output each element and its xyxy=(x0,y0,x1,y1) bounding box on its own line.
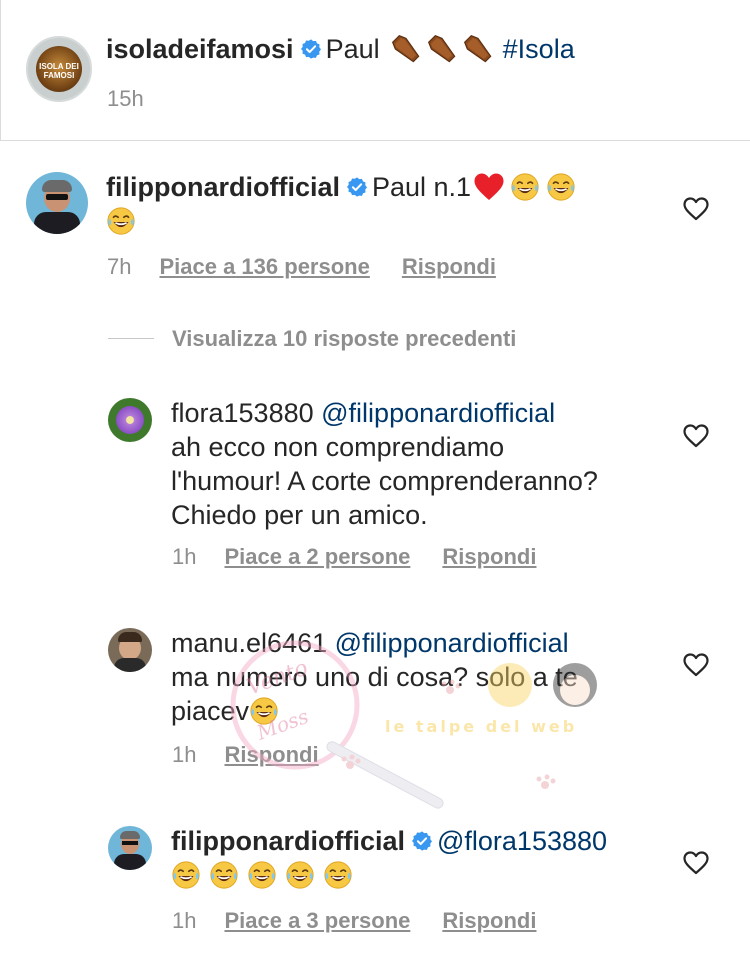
reply-text-line: ma numero uno di cosa? solo a te xyxy=(171,662,578,692)
post-divider xyxy=(0,140,750,141)
mention-link[interactable]: @filipponardiofficial xyxy=(335,628,569,658)
reply-text-line: ah ecco non comprendiamo xyxy=(171,432,505,462)
comment-time: 7h xyxy=(107,254,132,279)
post-author-username[interactable]: isoladeifamosi xyxy=(106,34,294,64)
comment-body: filipponardiofficial Paul n.1 xyxy=(106,170,626,238)
replies-line xyxy=(108,338,154,339)
reply-avatar[interactable] xyxy=(108,398,152,442)
reply-button[interactable]: Rispondi xyxy=(224,742,318,767)
comment-avatar[interactable] xyxy=(26,172,88,234)
reply-username[interactable]: manu.el6461 xyxy=(171,628,327,658)
reply-text-line: l'humour! A corte comprenderanno? xyxy=(171,466,598,496)
mention-link[interactable]: @flora153880 xyxy=(437,826,607,856)
reply-body: manu.el6461 @filipponardiofficial ma num… xyxy=(171,626,671,728)
laughing-tears-emoji xyxy=(323,860,353,890)
post-time: 15h xyxy=(107,86,144,111)
verified-badge-icon xyxy=(346,176,368,198)
reply-body: filipponardiofficial @flora153880 xyxy=(171,824,671,892)
post-caption: isoladeifamosi Paul #Isola xyxy=(106,32,575,66)
reply-time: 1h xyxy=(172,908,197,933)
coffin-emoji xyxy=(425,32,459,66)
coffin-emoji xyxy=(461,32,495,66)
reply-avatar[interactable] xyxy=(108,628,152,672)
reply-text-line: piacev xyxy=(171,696,250,726)
post-author-avatar[interactable]: ISOLA DEI FAMOSI xyxy=(26,36,92,102)
comment-meta: 7h Piace a 136 persone Rispondi xyxy=(107,254,528,280)
reply-body: flora153880 @filipponardiofficial ah ecc… xyxy=(171,396,671,532)
caption-text: Paul xyxy=(325,34,380,64)
reply-meta: 1h Piace a 2 persone Rispondi xyxy=(172,544,568,570)
laughing-tears-emoji xyxy=(247,860,277,890)
reply-button[interactable]: Rispondi xyxy=(402,254,496,279)
reply-username[interactable]: filipponardiofficial xyxy=(171,826,405,856)
view-previous-replies-button[interactable]: Visualizza 10 risposte precedenti xyxy=(172,326,516,352)
heart-outline-icon[interactable] xyxy=(683,851,709,875)
likes-count-link[interactable]: Piace a 136 persone xyxy=(159,254,369,279)
laughing-tears-emoji xyxy=(171,860,201,890)
heart-outline-icon[interactable] xyxy=(683,197,709,221)
laughing-tears-emoji xyxy=(510,172,540,202)
reply-time: 1h xyxy=(172,742,197,767)
verified-badge-icon xyxy=(300,38,322,60)
likes-count-link[interactable]: Piace a 3 persone xyxy=(224,908,410,933)
laughing-tears-emoji xyxy=(285,860,315,890)
reply-text-line: Chiedo per un amico. xyxy=(171,500,428,530)
frame-border-left xyxy=(0,0,1,140)
coffin-emoji xyxy=(389,32,423,66)
reply-button[interactable]: Rispondi xyxy=(442,908,536,933)
laughing-tears-emoji xyxy=(546,172,576,202)
reply-avatar[interactable] xyxy=(108,826,152,870)
avatar-logo-text: ISOLA DEI FAMOSI xyxy=(39,62,79,80)
comment-text: Paul n.1 xyxy=(372,172,472,202)
reply-button[interactable]: Rispondi xyxy=(442,544,536,569)
heart-outline-icon[interactable] xyxy=(683,424,709,448)
reply-meta: 1h Piace a 3 persone Rispondi xyxy=(172,908,568,934)
hashtag-link[interactable]: #Isola xyxy=(503,34,575,64)
verified-badge-icon xyxy=(411,830,433,852)
likes-count-link[interactable]: Piace a 2 persone xyxy=(224,544,410,569)
heart-outline-icon[interactable] xyxy=(683,653,709,677)
laughing-tears-emoji xyxy=(249,696,279,726)
red-heart-emoji xyxy=(473,172,505,202)
reply-time: 1h xyxy=(172,544,197,569)
laughing-tears-emoji xyxy=(106,206,136,236)
reply-username[interactable]: flora153880 xyxy=(171,398,314,428)
mention-link[interactable]: @filipponardiofficial xyxy=(321,398,555,428)
laughing-tears-emoji xyxy=(209,860,239,890)
reply-meta: 1h Rispondi xyxy=(172,742,351,768)
comment-username[interactable]: filipponardiofficial xyxy=(106,172,340,202)
